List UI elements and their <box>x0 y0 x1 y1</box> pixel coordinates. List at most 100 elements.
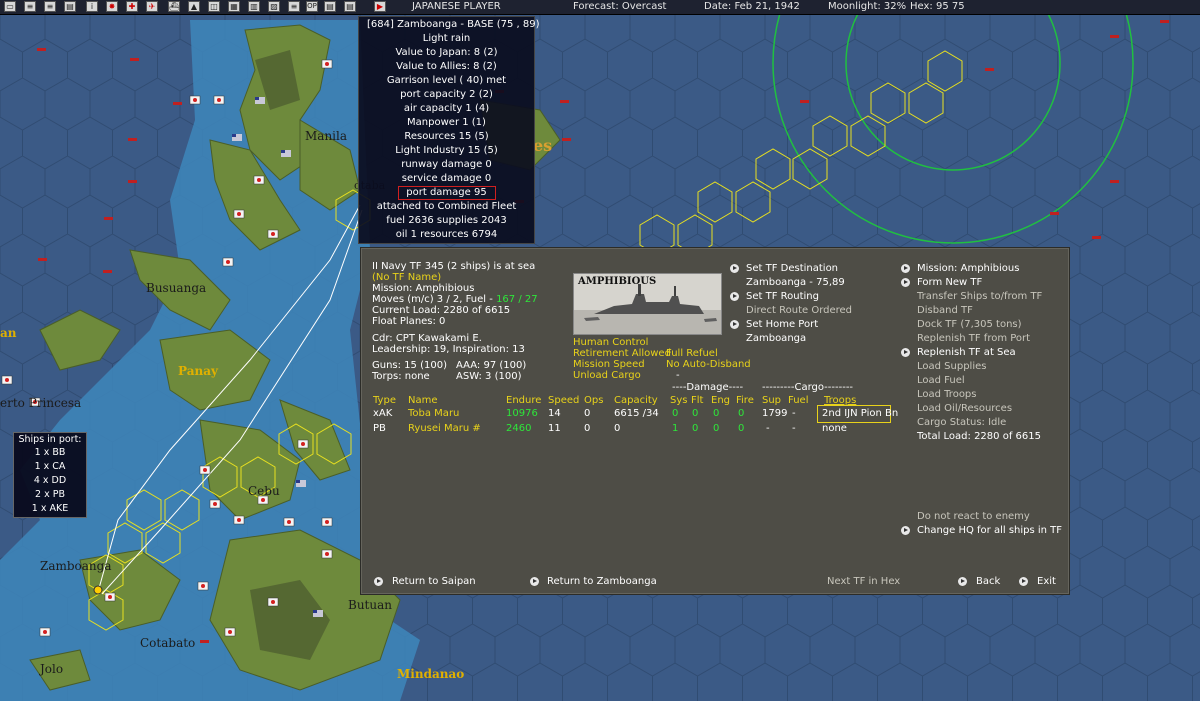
report-icon[interactable]: ▤ <box>344 1 356 12</box>
col-header-fire[interactable]: Fire <box>736 395 754 406</box>
tf-header: II Navy TF 345 (2 ships) is at sea <box>372 261 536 272</box>
mission-speed-toggle[interactable]: Mission Speed <box>573 359 645 370</box>
ship-troops[interactable]: 2nd IJN Pion Bn <box>822 408 898 419</box>
ship-speed: 14 <box>548 408 561 419</box>
col-header-ops[interactable]: Ops <box>584 395 603 406</box>
op-icon[interactable]: OP <box>306 1 318 12</box>
arrow-icon <box>730 292 739 301</box>
cargo-status: Cargo Status: Idle <box>917 417 1007 428</box>
arrow-icon <box>730 320 739 329</box>
load-troops-button[interactable]: Load Troops <box>917 389 977 400</box>
ship-sup: 1799 <box>762 408 788 419</box>
ship-flt: 0 <box>692 423 699 434</box>
tf-moves: Moves (m/c) 3 / 2, Fuel - 167 / 27 <box>372 294 538 305</box>
ship-troops: none <box>822 423 847 434</box>
map-icon[interactable]: ◫ <box>208 1 220 12</box>
ship-icon[interactable]: ⛴ <box>168 1 180 12</box>
return-zamboanga-button[interactable]: Return to Zamboanga <box>547 576 657 587</box>
replenish-port-button[interactable]: Replenish TF from Port <box>917 333 1030 344</box>
tf-commander[interactable]: Cdr: CPT Kawakami E. <box>372 333 482 344</box>
zamboanga-base-marker[interactable] <box>93 585 103 595</box>
report-icon[interactable]: ▤ <box>324 1 336 12</box>
tf-fuel-value: 167 / 27 <box>496 294 538 305</box>
load-oil-button[interactable]: Load Oil/Resources <box>917 403 1012 414</box>
sun-icon[interactable]: ✸ <box>106 1 118 12</box>
service-damage-line: service damage 0 <box>401 173 492 184</box>
col-header-type[interactable]: Type <box>373 395 396 406</box>
col-header-sup[interactable]: Sup <box>762 395 781 406</box>
dock-tf-button[interactable]: Dock TF (7,305 tons) <box>917 319 1022 330</box>
list-icon[interactable]: ≡ <box>288 1 300 12</box>
change-hq-button[interactable]: Change HQ for all ships in TF <box>917 525 1062 536</box>
ships-in-port-item: 1 x AKE <box>31 503 69 514</box>
port-capacity-line: port capacity 2 (2) <box>400 89 493 100</box>
medical-icon[interactable]: ✚ <box>126 1 138 12</box>
tf-name[interactable]: (No TF Name) <box>372 272 441 283</box>
no-react-toggle[interactable]: Do not react to enemy <box>917 511 1030 522</box>
col-header-sys[interactable]: Sys <box>670 395 687 406</box>
report-icon[interactable]: ▥ <box>248 1 260 12</box>
list-icon[interactable]: ≡ <box>24 1 36 12</box>
exit-button[interactable]: Exit <box>1037 576 1056 587</box>
ships-in-port-item: 1 x CA <box>34 461 66 472</box>
ship-flt: 0 <box>692 408 699 419</box>
col-header-capacity[interactable]: Capacity <box>614 395 658 406</box>
auto-disband-toggle[interactable]: No Auto-Disband <box>666 359 751 370</box>
form-new-tf-button[interactable]: Form New TF <box>917 277 982 288</box>
attached-line: attached to Combined Fleet <box>376 201 517 212</box>
ship-type: PB <box>373 423 386 434</box>
info-icon[interactable]: i <box>86 1 98 12</box>
load-fuel-button[interactable]: Load Fuel <box>917 375 965 386</box>
save-icon[interactable]: ▭ <box>4 1 16 12</box>
list-icon[interactable]: ≡ <box>44 1 56 12</box>
unload-cargo-toggle[interactable]: Unload Cargo <box>573 370 641 381</box>
hq-icon[interactable]: ▨ <box>268 1 280 12</box>
col-header-flt[interactable]: Flt <box>691 395 703 406</box>
map-label-panay: Panay <box>178 364 218 378</box>
ships-in-port-box[interactable]: Ships in port: 1 x BB 1 x CA 4 x DD 2 x … <box>13 432 87 518</box>
map-label-fragment: an <box>0 326 17 340</box>
col-header-speed[interactable]: Speed <box>548 395 579 406</box>
ship-name[interactable]: Ryusei Maru # <box>408 423 481 434</box>
disband-tf-button[interactable]: Disband TF <box>917 305 973 316</box>
col-header-eng[interactable]: Eng <box>711 395 730 406</box>
transfer-ships-button[interactable]: Transfer Ships to/from TF <box>917 291 1042 302</box>
map-label-puerto-princesa: erto Princesa <box>0 396 82 410</box>
weather-line: Light rain <box>422 33 471 44</box>
ship-sys: 1 <box>672 423 679 434</box>
ships-in-port-item: 2 x PB <box>35 489 65 500</box>
tf-float-planes: Float Planes: 0 <box>372 316 446 327</box>
full-refuel-toggle[interactable]: Full Refuel <box>666 348 718 359</box>
plane-icon[interactable]: ✈ <box>146 1 158 12</box>
col-header-endure[interactable]: Endure <box>506 395 541 406</box>
ship-endure: 10976 <box>506 408 538 419</box>
fuel-supplies-line: fuel 2636 supplies 2043 <box>386 215 507 226</box>
col-header-fuel[interactable]: Fuel <box>788 395 808 406</box>
human-control-toggle[interactable]: Human Control <box>573 337 648 348</box>
load-supplies-button[interactable]: Load Supplies <box>917 361 986 372</box>
return-saipan-button[interactable]: Return to Saipan <box>392 576 476 587</box>
map-label-cotabato: Cotabato <box>140 636 196 650</box>
mission-button[interactable]: Mission: Amphibious <box>917 263 1019 274</box>
arrow-icon <box>901 526 910 535</box>
ship-eng: 0 <box>713 408 720 419</box>
next-tf-button[interactable]: Next TF in Hex <box>827 576 900 587</box>
ship-ops: 0 <box>584 423 591 434</box>
ship-fire: 0 <box>738 423 745 434</box>
ship-name[interactable]: Toba Maru <box>408 408 459 419</box>
stack-icon[interactable]: ▦ <box>228 1 240 12</box>
ground-icon[interactable]: ▲ <box>188 1 200 12</box>
col-header-name[interactable]: Name <box>408 395 438 406</box>
set-destination-button[interactable]: Set TF Destination <box>746 263 838 274</box>
ship-sup: - <box>766 423 770 434</box>
tf-leadership: Leadership: 19, Inspiration: 13 <box>372 344 525 355</box>
map-label-busuanga: Busuanga <box>146 281 207 295</box>
back-button[interactable]: Back <box>976 576 1000 587</box>
print-icon[interactable]: ▤ <box>64 1 76 12</box>
set-routing-button[interactable]: Set TF Routing <box>746 291 819 302</box>
retirement-toggle[interactable]: Retirement Allowed <box>573 348 671 359</box>
replenish-sea-button[interactable]: Replenish TF at Sea <box>917 347 1016 358</box>
ship-fire: 0 <box>738 408 745 419</box>
end-turn-icon[interactable]: ▶ <box>374 1 386 12</box>
set-home-port-button[interactable]: Set Home Port <box>746 319 818 330</box>
